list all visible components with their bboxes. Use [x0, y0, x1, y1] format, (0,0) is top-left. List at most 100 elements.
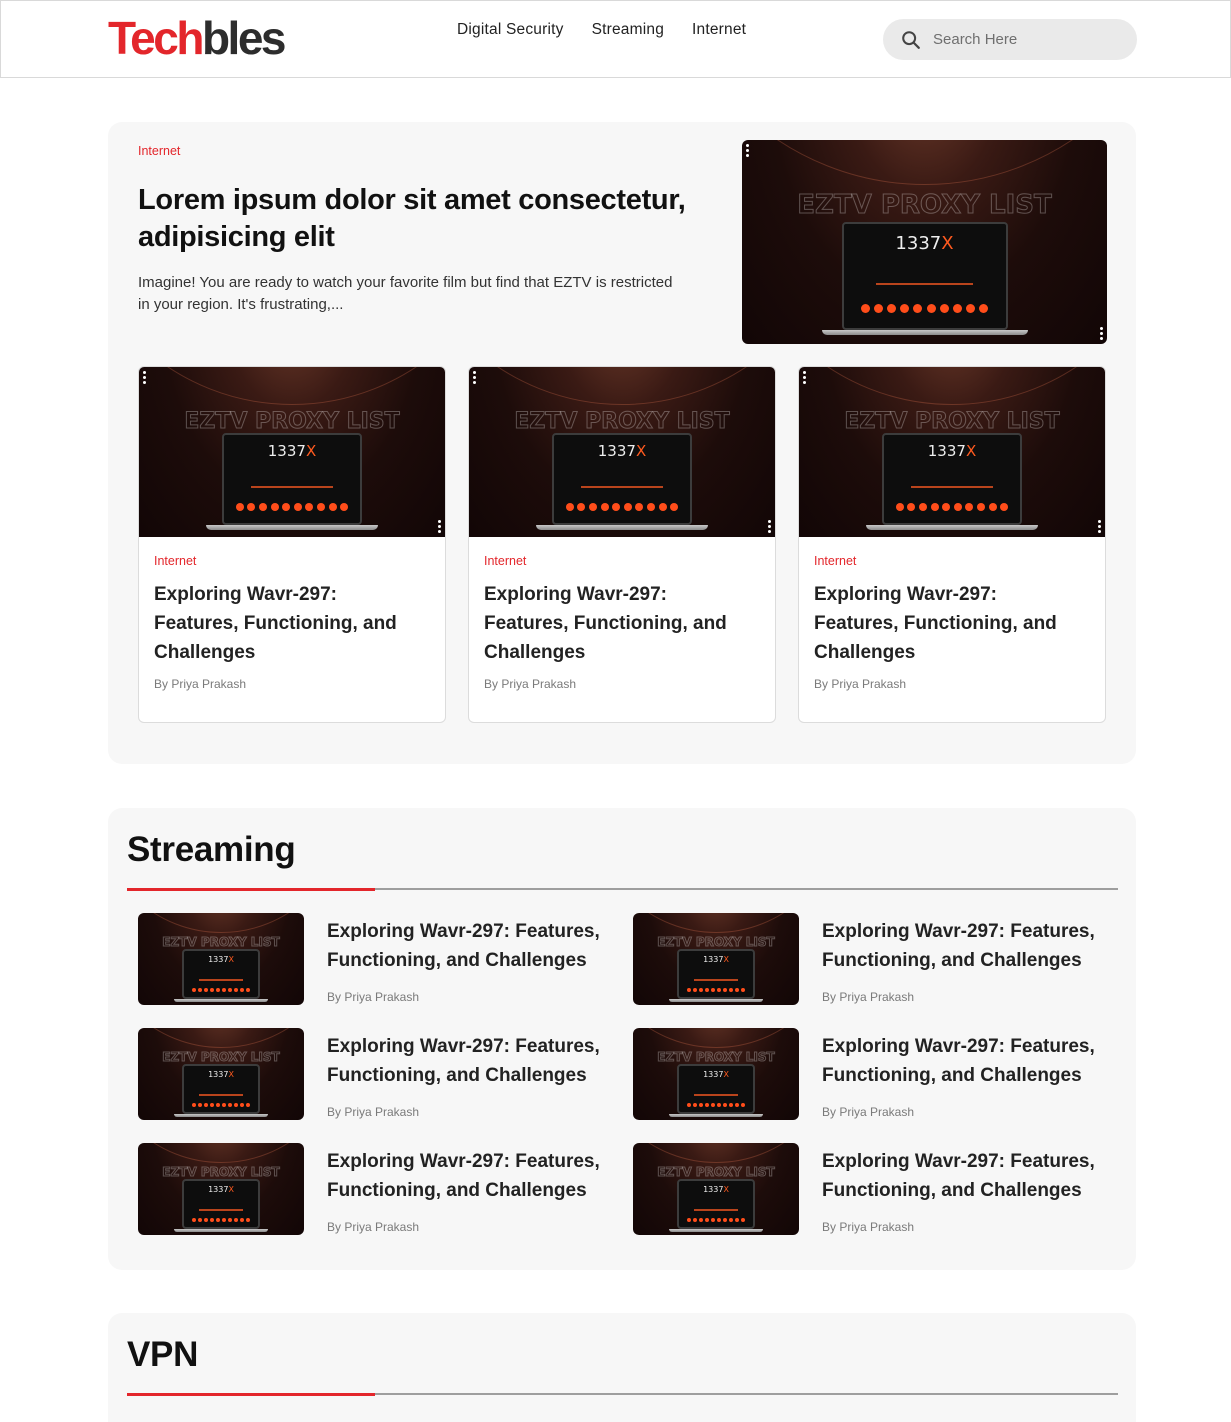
list-item-title[interactable]: Exploring Wavr-297: Features, Functionin…: [822, 917, 1112, 975]
card-category[interactable]: Internet: [814, 554, 856, 568]
image-dot: [705, 1103, 709, 1107]
list-item-title[interactable]: Exploring Wavr-297: Features, Functionin…: [822, 1147, 1112, 1205]
article-card[interactable]: EZTV PROXY LIST 1337X Internet Exploring …: [798, 366, 1106, 723]
image-dot: [240, 988, 244, 992]
kebab-menu-icon[interactable]: [803, 371, 806, 384]
featured-title[interactable]: Lorem ipsum dolor sit amet consectetur, …: [138, 182, 728, 256]
list-item-image[interactable]: EZTV PROXY LIST 1337X: [633, 913, 799, 1005]
image-laptop: 1337X: [182, 1064, 260, 1114]
image-dot: [687, 1218, 691, 1222]
image-dot: [623, 503, 632, 512]
image-dot: [192, 988, 196, 992]
list-item-title[interactable]: Exploring Wavr-297: Features, Functionin…: [822, 1032, 1112, 1090]
image-dot: [711, 1218, 715, 1222]
nav-item-streaming[interactable]: Streaming: [592, 21, 664, 39]
list-item[interactable]: EZTV PROXY LIST 1337X Exploring Wavr-297:…: [633, 913, 1103, 1005]
image-planet-arc: [742, 140, 1107, 185]
card-image[interactable]: EZTV PROXY LIST 1337X: [799, 367, 1105, 537]
image-brand-text: 1337X: [703, 955, 729, 964]
image-dot: [228, 1218, 232, 1222]
nav-item-digital-security[interactable]: Digital Security: [457, 21, 564, 39]
image-dot-row: [884, 503, 1020, 512]
image-search-bar: [198, 1208, 244, 1211]
list-item-image[interactable]: EZTV PROXY LIST 1337X: [138, 1028, 304, 1120]
image-dot: [216, 1103, 220, 1107]
kebab-menu-icon[interactable]: [143, 371, 146, 384]
image-dot: [216, 988, 220, 992]
image-laptop-base: [669, 1114, 763, 1117]
search-input[interactable]: [933, 31, 1123, 48]
image-dot: [729, 1218, 733, 1222]
kebab-menu-icon[interactable]: [473, 371, 476, 384]
card-image[interactable]: EZTV PROXY LIST 1337X: [139, 367, 445, 537]
article-card[interactable]: EZTV PROXY LIST 1337X Internet Exploring …: [468, 366, 776, 723]
list-item[interactable]: EZTV PROXY LIST 1337X Exploring Wavr-297:…: [633, 1143, 1103, 1235]
image-brand-text: 1337X: [895, 232, 954, 254]
kebab-menu-icon[interactable]: [746, 144, 749, 157]
kebab-menu-icon[interactable]: [438, 520, 441, 533]
image-laptop-base: [174, 999, 268, 1002]
kebab-menu-icon[interactable]: [1098, 520, 1101, 533]
image-watermark-text: EZTV PROXY LIST: [657, 935, 775, 950]
kebab-menu-icon[interactable]: [768, 520, 771, 533]
image-planet-arc: [799, 367, 1105, 405]
image-dot: [234, 988, 238, 992]
image-dot: [222, 988, 226, 992]
featured-category[interactable]: Internet: [138, 144, 180, 158]
image-laptop-base: [536, 525, 708, 530]
list-item[interactable]: EZTV PROXY LIST 1337X Exploring Wavr-297:…: [138, 1143, 608, 1235]
image-laptop: 1337X: [882, 433, 1022, 525]
search-box[interactable]: [883, 19, 1137, 60]
image-dot: [723, 1218, 727, 1222]
image-dot: [965, 303, 975, 313]
list-item-image[interactable]: EZTV PROXY LIST 1337X: [633, 1143, 799, 1235]
list-item-image[interactable]: EZTV PROXY LIST 1337X: [138, 1143, 304, 1235]
nav-item-internet[interactable]: Internet: [692, 21, 746, 39]
image-dot-row: [679, 988, 753, 992]
image-laptop-base: [821, 330, 1028, 336]
section-divider: [127, 887, 1118, 891]
card-title[interactable]: Exploring Wavr-297: Features, Functionin…: [154, 580, 424, 667]
image-dot-row: [184, 1103, 258, 1107]
image-dot: [235, 503, 244, 512]
image-dot: [942, 503, 951, 512]
list-item-author: By Priya Prakash: [327, 990, 420, 1004]
card-category[interactable]: Internet: [484, 554, 526, 568]
image-dot: [988, 503, 997, 512]
list-item[interactable]: EZTV PROXY LIST 1337X Exploring Wavr-297:…: [633, 1028, 1103, 1120]
list-item-title[interactable]: Exploring Wavr-297: Features, Functionin…: [327, 917, 617, 975]
featured-image[interactable]: EZTV PROXY LIST 1337X: [742, 140, 1107, 344]
list-item-image[interactable]: EZTV PROXY LIST 1337X: [138, 913, 304, 1005]
search-icon[interactable]: [900, 29, 922, 51]
image-brand-text: 1337X: [927, 442, 977, 461]
list-item[interactable]: EZTV PROXY LIST 1337X Exploring Wavr-297:…: [138, 913, 608, 1005]
featured-excerpt: Imagine! You are ready to watch your fav…: [138, 274, 673, 313]
image-dot: [246, 1103, 250, 1107]
image-dot: [234, 1218, 238, 1222]
card-title[interactable]: Exploring Wavr-297: Features, Functionin…: [814, 580, 1084, 667]
image-search-bar: [693, 1093, 739, 1096]
image-dot: [589, 503, 598, 512]
list-item-author: By Priya Prakash: [327, 1105, 420, 1119]
image-watermark-text: EZTV PROXY LIST: [844, 409, 1060, 435]
list-item[interactable]: EZTV PROXY LIST 1337X Exploring Wavr-297:…: [138, 1028, 608, 1120]
image-watermark-text: EZTV PROXY LIST: [657, 1165, 775, 1180]
list-item-title[interactable]: Exploring Wavr-297: Features, Functionin…: [327, 1032, 617, 1090]
card-image[interactable]: EZTV PROXY LIST 1337X: [469, 367, 775, 537]
card-category[interactable]: Internet: [154, 554, 196, 568]
image-dot: [204, 988, 208, 992]
card-title[interactable]: Exploring Wavr-297: Features, Functionin…: [484, 580, 754, 667]
article-card[interactable]: EZTV PROXY LIST 1337X Internet Exploring …: [138, 366, 446, 723]
image-laptop-base: [669, 999, 763, 1002]
kebab-menu-icon[interactable]: [1100, 327, 1103, 340]
list-item-image[interactable]: EZTV PROXY LIST 1337X: [633, 1028, 799, 1120]
list-item-title[interactable]: Exploring Wavr-297: Features, Functionin…: [327, 1147, 617, 1205]
image-dot: [293, 503, 302, 512]
image-dot: [693, 988, 697, 992]
image-dot-row: [844, 303, 1006, 313]
site-logo[interactable]: Tech bles: [108, 15, 287, 61]
image-dot: [210, 988, 214, 992]
image-dot: [978, 303, 988, 313]
image-watermark-text: EZTV PROXY LIST: [162, 935, 280, 950]
image-planet-arc: [633, 1143, 799, 1163]
